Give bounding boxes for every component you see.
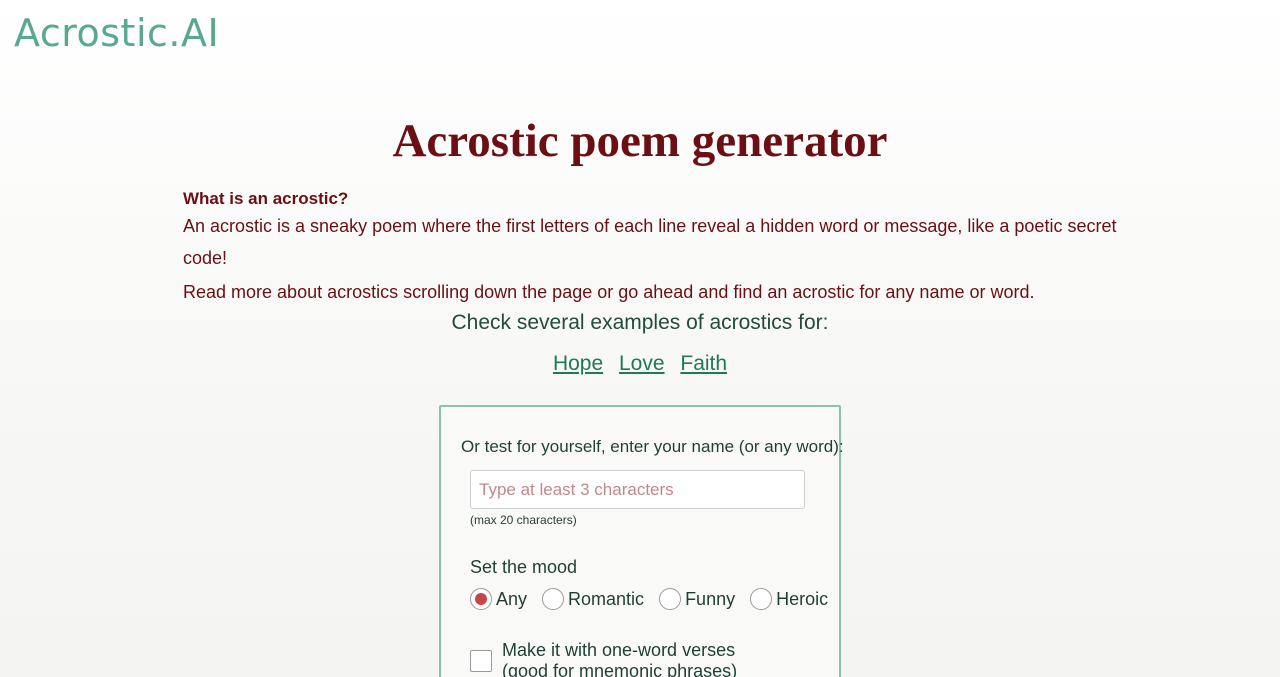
mood-option-label: Romantic: [568, 589, 645, 609]
radio-checked-icon[interactable]: [470, 588, 492, 610]
intro-section: What is an acrostic? An acrostic is a sn…: [183, 188, 1143, 308]
mood-option-label: Any: [496, 589, 528, 609]
logo[interactable]: Acrostic.AI: [14, 14, 219, 52]
max-characters-note: (max 20 characters): [470, 513, 577, 527]
example-link-love[interactable]: Love: [619, 352, 665, 375]
name-prompt: Or test for yourself, enter your name (o…: [461, 437, 844, 456]
one-word-verses-label-line1: Make it with one-word verses: [502, 640, 736, 660]
radio-unchecked-icon[interactable]: [542, 588, 565, 610]
name-input[interactable]: [470, 470, 805, 509]
mood-options: Any Romantic Funny Heroic: [470, 587, 843, 611]
generator-form: Or test for yourself, enter your name (o…: [439, 405, 844, 677]
intro-paragraph-definition: An acrostic is a sneaky poem where the f…: [183, 216, 1117, 268]
one-word-verses-option[interactable]: Make it with one-word verses (good for m…: [470, 640, 737, 677]
mood-option-heroic[interactable]: Heroic: [750, 587, 828, 611]
mood-option-funny[interactable]: Funny: [659, 587, 735, 611]
intro-heading: What is an acrostic?: [183, 189, 349, 208]
one-word-verses-checkbox[interactable]: [470, 650, 492, 672]
mood-option-label: Funny: [685, 589, 736, 609]
mood-option-romantic[interactable]: Romantic: [542, 587, 644, 611]
page-title: Acrostic poem generator: [392, 115, 888, 167]
one-word-verses-label-line2: (good for mnemonic phrases): [502, 661, 738, 677]
examples-title: Check several examples of acrostics for:: [451, 311, 829, 334]
intro-paragraph-read-more: Read more about acrostics scrolling down…: [183, 282, 1035, 302]
example-link-faith[interactable]: Faith: [680, 352, 727, 375]
mood-label: Set the mood: [470, 557, 578, 577]
mood-option-any[interactable]: Any: [470, 587, 527, 611]
one-word-verses-label: Make it with one-word verses (good for m…: [502, 640, 737, 677]
radio-unchecked-icon[interactable]: [750, 588, 773, 610]
examples-links: Hope Love Faith: [0, 350, 1280, 378]
radio-unchecked-icon[interactable]: [659, 588, 682, 610]
example-link-hope[interactable]: Hope: [553, 352, 603, 375]
mood-option-label: Heroic: [776, 589, 829, 609]
